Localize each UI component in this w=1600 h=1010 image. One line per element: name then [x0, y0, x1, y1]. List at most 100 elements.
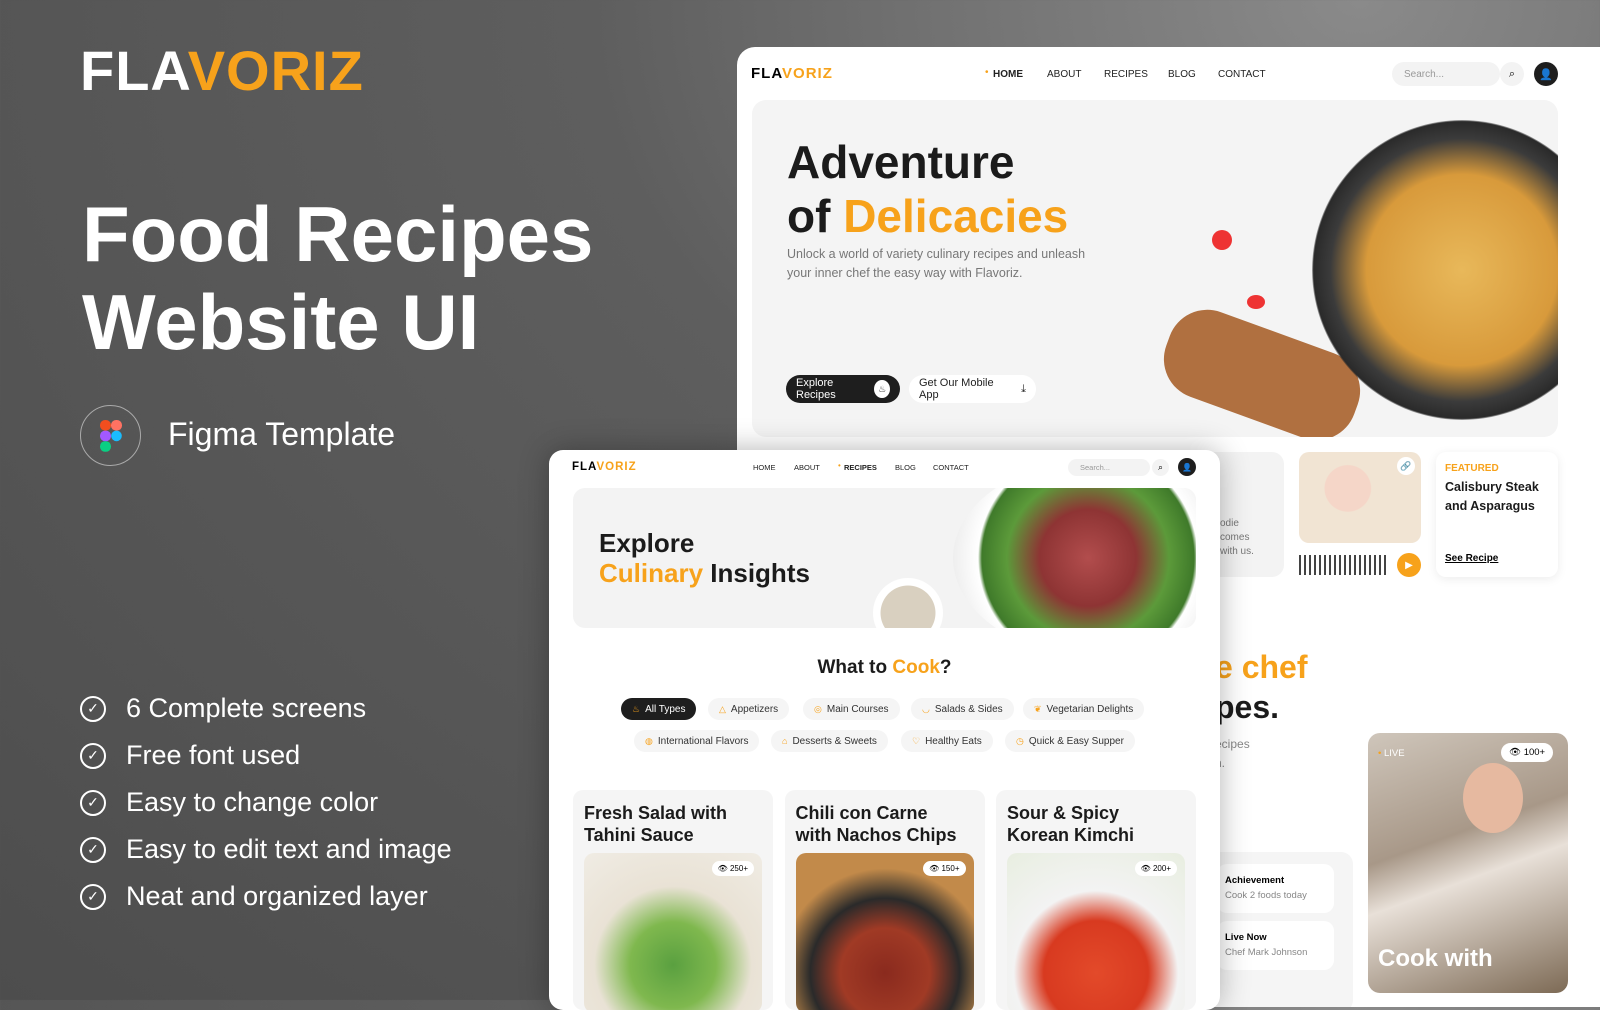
banner-title-rest: Insights [710, 558, 810, 588]
nav-contact[interactable]: CONTACT [1218, 69, 1266, 80]
nav-recipes[interactable]: RECIPES [844, 463, 877, 472]
recipe-image: 👁 250+ [584, 853, 762, 1010]
hero-subtitle: Unlock a world of variety culinary recip… [787, 247, 1086, 280]
sesame-bowl-image [873, 578, 943, 628]
banner-title-accent: Culinary [599, 558, 704, 588]
live-label: LIVE [1383, 748, 1405, 759]
activity-panel: Achievement Cook 2 foods today Live Now Ch… [1207, 852, 1353, 1007]
live-now-card[interactable]: Live Now Chef Mark Johnson [1217, 921, 1334, 970]
recipe-title: Chili con Carne with Nachos Chips [795, 803, 957, 845]
category-chip[interactable]: ❦ Vegetarian Delights [1023, 698, 1145, 720]
recipes-banner: Explore Culinary Insights [573, 488, 1196, 628]
partial-text: with us. [1220, 546, 1254, 557]
check-circle-icon: ✓ [80, 883, 106, 910]
views-count: 200+ [1152, 864, 1171, 873]
eye-icon: 👁 [929, 864, 942, 873]
see-recipe-link[interactable]: See Recipe [1445, 553, 1498, 564]
search-input[interactable]: Search... [1068, 459, 1150, 476]
chili-image [1247, 295, 1265, 309]
feature-label: Free font used [126, 740, 301, 770]
feature-item: ✓ Easy to edit text and image [80, 834, 452, 865]
category-chip[interactable]: ◷ Quick & Easy Supper [1005, 730, 1135, 752]
achievement-card[interactable]: Achievement Cook 2 foods today [1217, 864, 1334, 913]
search-icon[interactable]: ⌕ [1152, 459, 1169, 476]
feature-item: ✓ Easy to change color [80, 787, 378, 818]
category-icon: ♡ [912, 735, 921, 746]
nav-home[interactable]: HOME [993, 69, 1023, 80]
eye-icon: 👁 [1140, 864, 1153, 873]
recipe-card[interactable]: Sour & Spicy Korean Kimchi 👁 200+ [996, 790, 1196, 1010]
achievement-title: Achievement [1225, 875, 1285, 886]
avatar-icon[interactable]: 👤 [1178, 458, 1196, 476]
views-badge: 👁 100+ [1501, 743, 1554, 762]
logo-part: FLA [751, 65, 783, 82]
live-cooking-card[interactable]: • LIVE 👁 100+ Cook with [1368, 733, 1568, 993]
link-icon[interactable]: 🔗 [1397, 457, 1415, 475]
nav-home[interactable]: HOME [753, 463, 776, 472]
check-circle-icon: ✓ [80, 695, 106, 722]
avatar-icon[interactable]: 👤 [1534, 62, 1558, 86]
explore-recipes-button[interactable]: Explore Recipes ♨ [786, 375, 900, 403]
nav-about[interactable]: ABOUT [794, 463, 820, 472]
recipe-image: 👁 150+ [795, 853, 974, 1010]
category-icon: △ [719, 703, 726, 714]
category-icon: ◎ [814, 703, 822, 714]
button-label: Get Our Mobile App [919, 377, 994, 401]
search-input[interactable]: Search... [1392, 62, 1500, 86]
featured-card[interactable]: FEATURED Calisbury Steak and Asparagus S… [1436, 452, 1558, 577]
chip-label: International Flavors [657, 735, 749, 747]
download-icon: ⤓ [1021, 382, 1026, 395]
promo-title: Food Recipes Website UI [82, 190, 593, 366]
feature-item: ✓ 6 Complete screens [80, 693, 366, 724]
category-icon: ◡ [922, 703, 930, 714]
nav-about[interactable]: ABOUT [1047, 69, 1081, 80]
category-chip[interactable]: ♨ All Types [621, 698, 697, 720]
category-chip[interactable]: ◡ Salads & Sides [911, 698, 1014, 720]
nav-contact[interactable]: CONTACT [933, 463, 969, 472]
check-circle-icon: ✓ [80, 836, 106, 863]
audio-waveform [1299, 555, 1389, 575]
category-chip[interactable]: ⌂ Desserts & Sweets [771, 730, 888, 752]
nav-blog[interactable]: BLOG [1168, 69, 1196, 80]
hero-title: Adventure of Delicacies [787, 135, 1068, 243]
logo-part-accent: VORIZ [782, 65, 833, 82]
home-logo[interactable]: FLAVORIZ [751, 65, 833, 82]
active-dot: • [985, 67, 989, 78]
category-icon: ❦ [1034, 703, 1042, 714]
get-mobile-app-button[interactable]: Get Our Mobile App ⤓ [909, 375, 1036, 403]
chip-label: Salads & Sides [934, 703, 1003, 715]
category-chip[interactable]: ♡ Healthy Eats [901, 730, 993, 752]
section-title: What to Cook? [549, 657, 1220, 679]
recipes-logo[interactable]: FLAVORIZ [572, 461, 637, 473]
views-badge: 👁 250+ [711, 861, 754, 876]
nav-recipes[interactable]: RECIPES [1104, 69, 1148, 80]
title-line: Website UI [82, 278, 480, 366]
recipe-card[interactable]: Fresh Salad with Tahini Sauce 👁 250+ [573, 790, 773, 1010]
logo-part-accent: VORIZ [596, 461, 637, 473]
category-chip[interactable]: ◍ International Flavors [634, 730, 760, 752]
partial-text: odie [1220, 518, 1239, 529]
recipe-title: Fresh Salad with Tahini Sauce [584, 803, 728, 845]
recipes-screen: FLAVORIZ HOME ABOUT • RECIPES BLOG CONTA… [549, 450, 1220, 1010]
feature-label: Easy to edit text and image [126, 834, 452, 864]
chef-photo [1463, 763, 1523, 833]
play-icon[interactable]: ▶ [1397, 553, 1421, 577]
feature-label: Neat and organized layer [126, 881, 428, 911]
chip-label: Main Courses [826, 703, 889, 715]
chip-label: Quick & Easy Supper [1028, 735, 1124, 747]
feature-label: Easy to change color [126, 787, 379, 817]
chip-label: Vegetarian Delights [1046, 703, 1134, 715]
eye-icon: 👁 [717, 864, 730, 873]
recipe-card[interactable]: Chili con Carne with Nachos Chips 👁 150+ [784, 790, 985, 1010]
chip-label: Appetizers [730, 703, 779, 715]
category-chip[interactable]: △ Appetizers [708, 698, 790, 720]
search-icon[interactable]: ⌕ [1500, 62, 1524, 86]
nav-blog[interactable]: BLOG [895, 463, 916, 472]
banner-title-line: Explore [599, 528, 695, 558]
hero-title-line: Adventure [787, 136, 1015, 188]
recipe-title: Sour & Spicy Korean Kimchi [1007, 803, 1135, 845]
eye-icon: 👁 [1509, 747, 1524, 758]
chef-hat-icon: ♨ [874, 380, 890, 398]
category-chip[interactable]: ◎ Main Courses [803, 698, 900, 720]
views-badge: 👁 200+ [1134, 861, 1177, 876]
